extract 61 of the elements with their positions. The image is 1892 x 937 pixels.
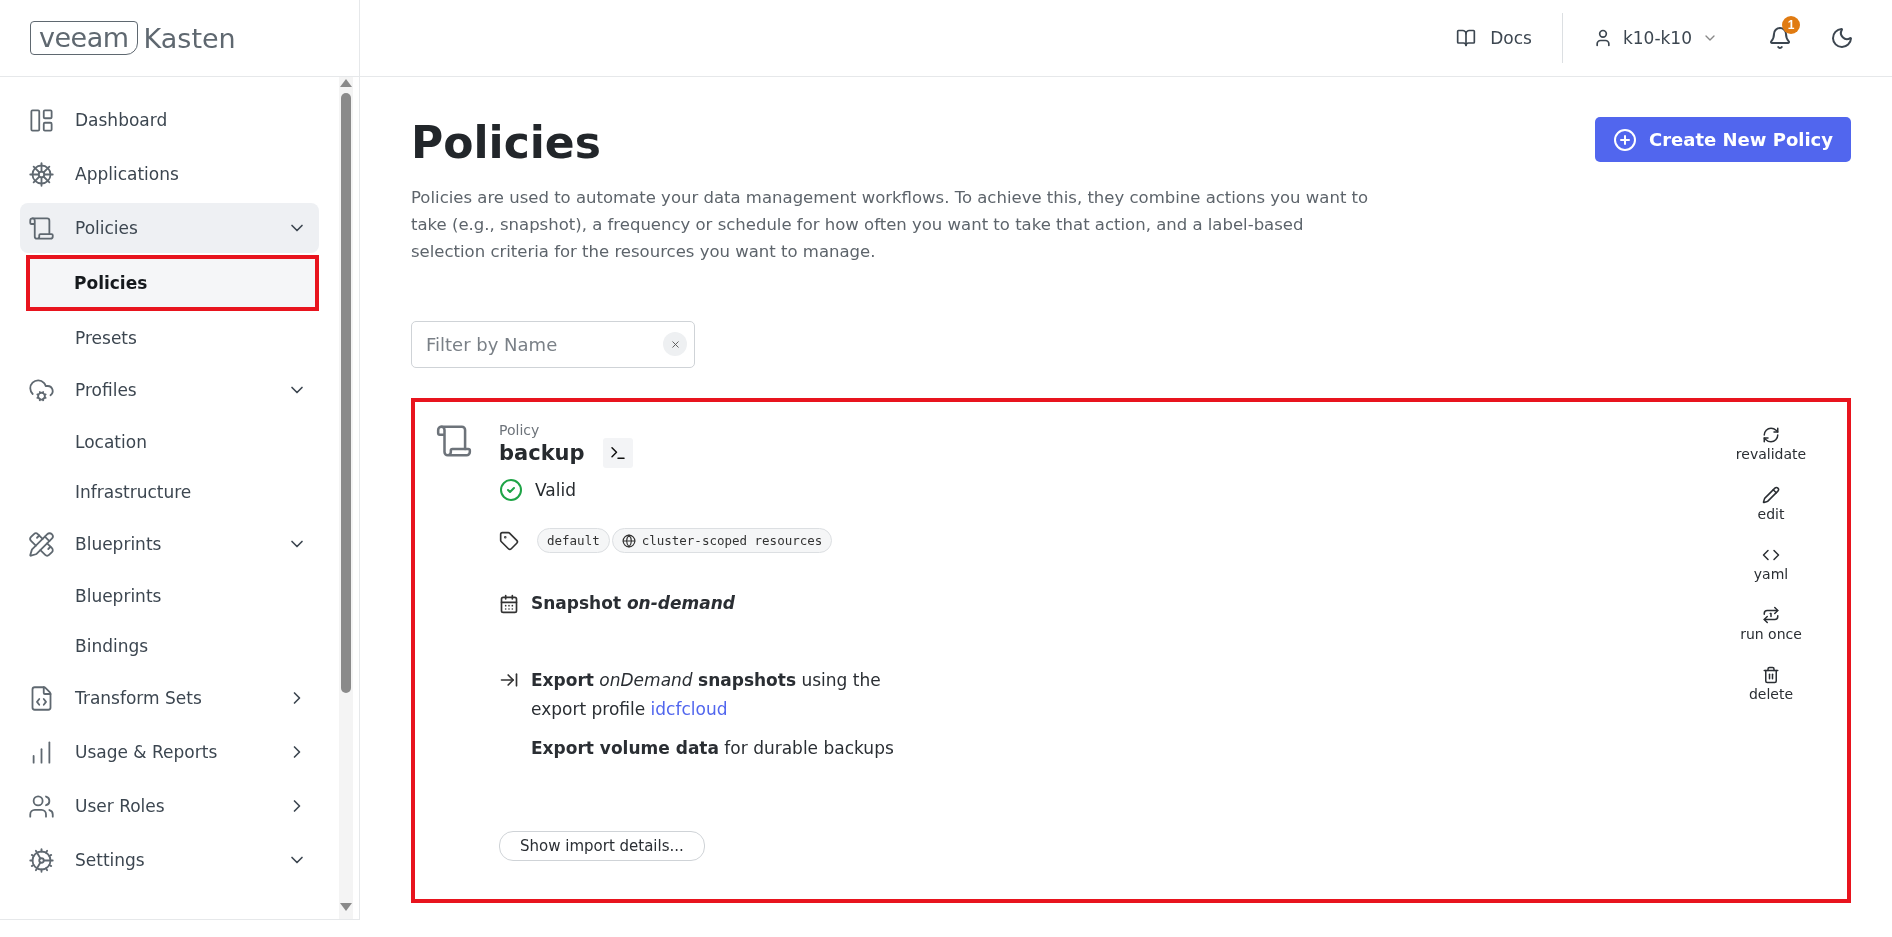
scroll-icon — [28, 214, 55, 242]
policy-type-label: Policy — [499, 422, 541, 438]
label-chip: default — [537, 528, 610, 553]
sidebar-item[interactable]: Usage & Reports — [20, 727, 319, 777]
repeat-icon — [1762, 606, 1780, 624]
layout-icon — [28, 106, 55, 134]
pencil-ruler-icon — [28, 530, 55, 558]
card-action-button[interactable]: delete — [1748, 666, 1794, 702]
docs-link[interactable]: Docs — [1456, 13, 1563, 63]
sidebar-item[interactable]: Settings — [20, 835, 319, 885]
plus-circle-icon — [1613, 127, 1637, 152]
page-description: Policies are used to automate your data management workflows. To achieve this, they combine actions you want to take (e.g., snapshot), a frequency or schedule for how often you want to take that action, and a label-based selection criteria for the resources you want to manage. — [411, 187, 1370, 263]
export-arrow-icon — [499, 670, 519, 690]
policy-status: Valid — [535, 480, 576, 500]
policy-name: backup — [499, 441, 585, 465]
ship-wheel-icon — [28, 160, 55, 188]
label-chip: cluster-scoped resources — [611, 528, 833, 553]
sidebar-item[interactable]: Profiles — [20, 365, 319, 415]
sidebar-item[interactable]: Dashboard — [20, 95, 319, 145]
globe-icon — [621, 533, 636, 548]
card-action-button[interactable]: run once — [1740, 606, 1802, 642]
scroll-icon — [435, 422, 473, 460]
sidebar-subitem[interactable]: Policies — [26, 255, 319, 311]
card-action-button[interactable]: edit — [1757, 486, 1785, 522]
create-policy-button[interactable]: Create New Policy — [1595, 117, 1851, 162]
terminal-button[interactable] — [602, 438, 633, 468]
filter-field[interactable]: Filter by Name — [411, 321, 695, 368]
sidebar-subitem[interactable]: Presets — [20, 315, 319, 361]
page-title: Policies — [411, 117, 601, 168]
gear-icon — [28, 846, 55, 874]
book-icon — [1456, 28, 1477, 48]
trash-icon — [1762, 666, 1780, 684]
export-description: Export onDemand snapshots using the export profile idcfcloud — [531, 669, 882, 721]
scrollbar[interactable] — [339, 77, 353, 919]
snapshot-schedule: Snapshot on-demand — [531, 592, 735, 615]
sidebar-item[interactable]: Applications — [20, 149, 319, 199]
logo-product: Kasten — [143, 22, 236, 54]
logo-brand: veeam — [30, 21, 138, 55]
card-action-button[interactable]: revalidate — [1735, 426, 1807, 462]
sidebar-item[interactable]: User Roles — [20, 781, 319, 831]
sidebar-subitem[interactable]: Infrastructure — [20, 469, 319, 515]
notification-count: 1 — [1782, 16, 1800, 34]
calendar-icon — [499, 593, 519, 614]
sidebar-subitem[interactable]: Blueprints — [20, 573, 319, 619]
profile-link[interactable]: idcfcloud — [650, 699, 728, 719]
sidebar-item[interactable]: Transform Sets — [20, 673, 319, 723]
moon-icon — [1830, 26, 1854, 50]
tag-icon — [499, 530, 519, 551]
terminal-icon — [608, 444, 627, 462]
sidebar-subitem[interactable]: Bindings — [20, 623, 319, 669]
pencil-icon — [1762, 486, 1780, 504]
show-import-details-button[interactable]: Show import details... — [499, 831, 705, 861]
refresh-icon — [1762, 426, 1780, 444]
sidebar-item[interactable]: Policies — [20, 203, 319, 253]
sidebar-item[interactable]: Blueprints — [20, 519, 319, 569]
export-detail: Export volume data for durable backups — [531, 737, 894, 760]
close-icon — [669, 338, 681, 350]
sidebar-subitem[interactable]: Location — [20, 419, 319, 465]
user-menu[interactable]: k10-k10 — [1562, 28, 1738, 48]
card-action-button[interactable]: yaml — [1753, 546, 1789, 582]
check-circle-icon — [499, 478, 523, 502]
